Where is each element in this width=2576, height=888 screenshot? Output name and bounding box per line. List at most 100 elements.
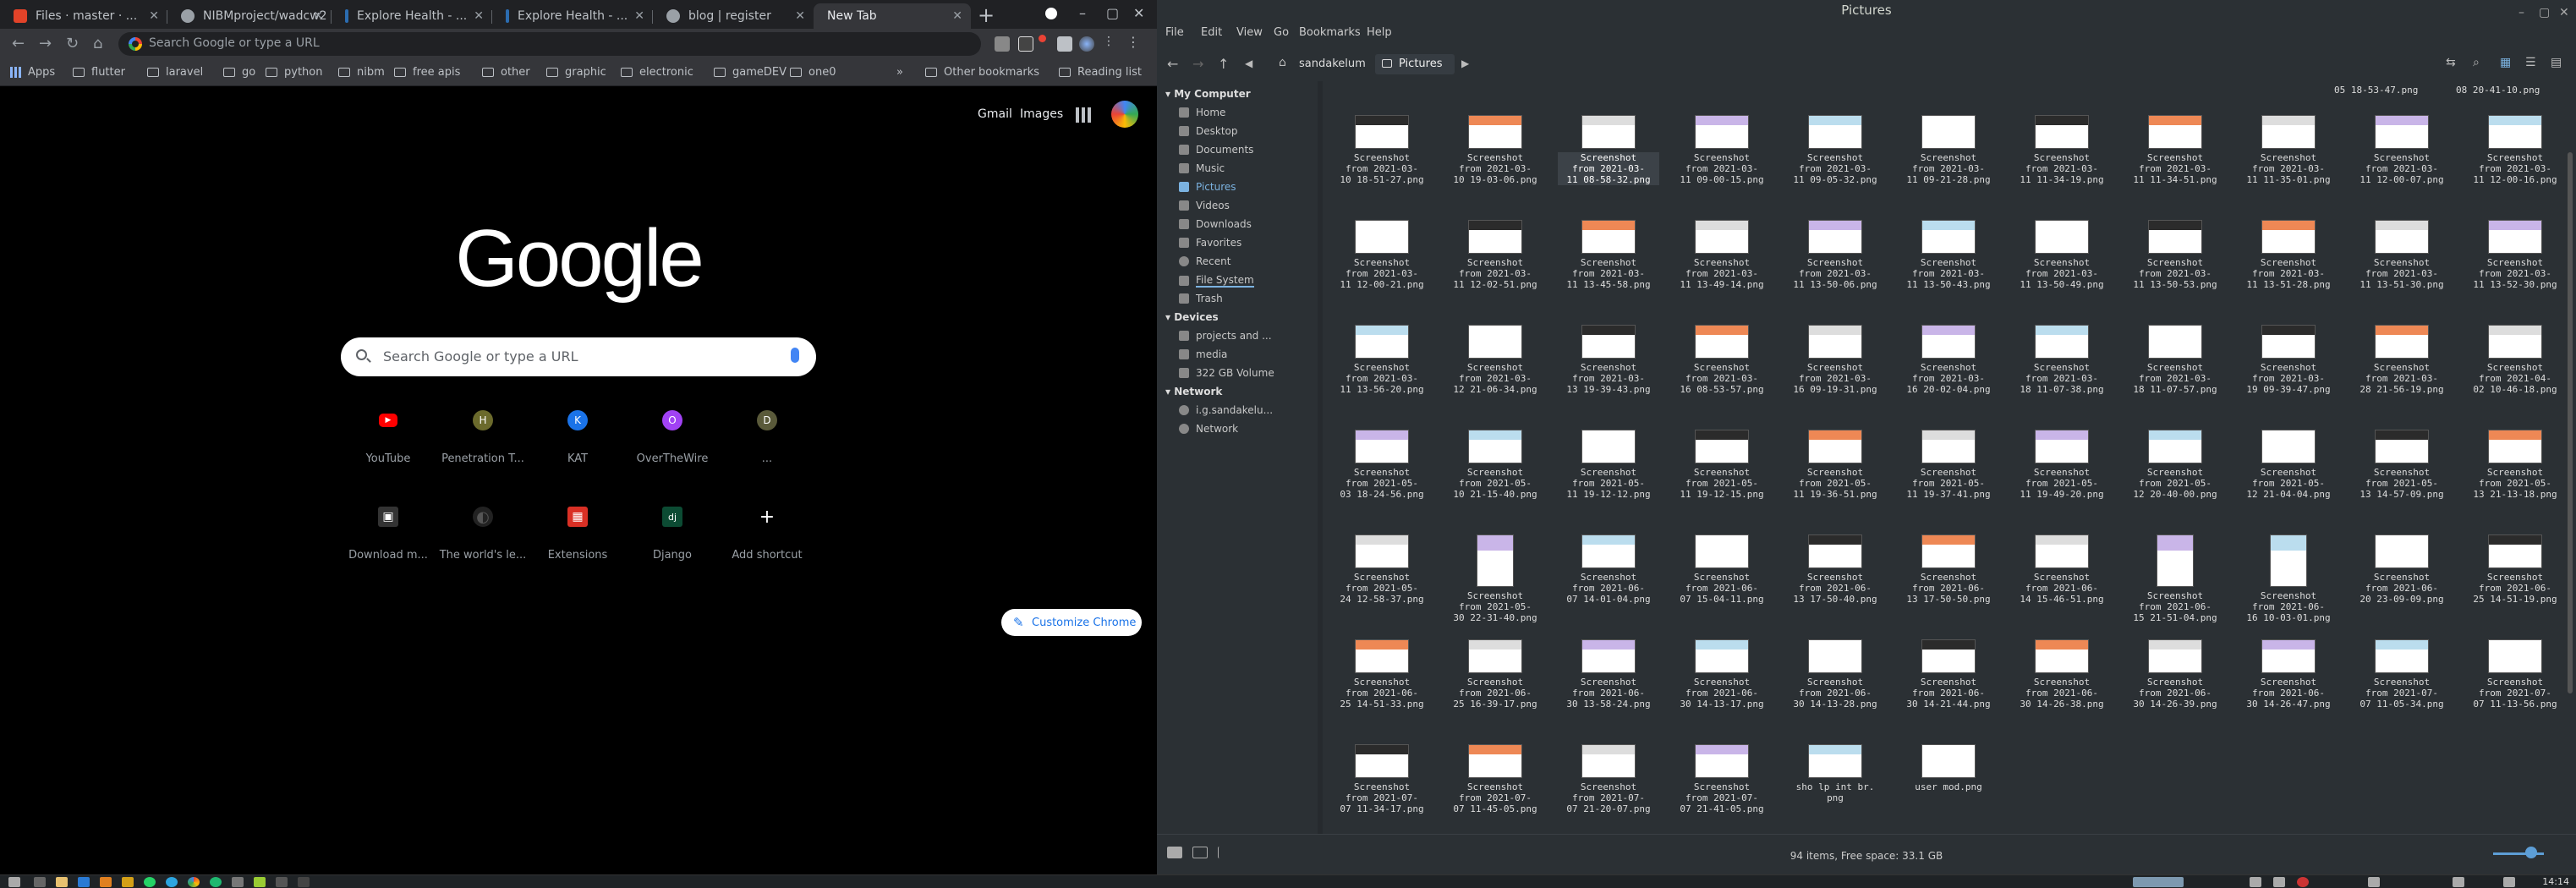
account-avatar[interactable]	[1111, 101, 1138, 128]
breadcrumb-pictures[interactable]: Pictures	[1375, 54, 1455, 74]
file-item[interactable]: Screenshot from 2021-06- 30 13-58-24.png	[1558, 639, 1659, 710]
file-item[interactable]: Screenshot from 2021-06- 13 17-50-50.png	[1898, 534, 1999, 605]
file-item[interactable]: Screenshot from 2021-03- 10 18-51-27.png	[1331, 115, 1433, 185]
file-item[interactable]: Screenshot from 2021-07- 07 11-45-05.png	[1444, 744, 1546, 814]
forward-icon[interactable]: →	[1192, 56, 1203, 72]
file-item[interactable]: sho lp int br. png	[1784, 744, 1886, 803]
file-item[interactable]: Screenshot from 2021-05- 11 19-37-41.png	[1898, 430, 1999, 500]
bookmark-go[interactable]: go	[223, 66, 255, 79]
file-item[interactable]: Screenshot from 2021-03- 11 13-50-06.png	[1784, 220, 1886, 290]
tray-icon[interactable]	[2297, 877, 2309, 887]
file-item[interactable]: Screenshot from 2021-03- 11 13-51-30.png	[2351, 220, 2453, 290]
images-link[interactable]: Images	[1020, 107, 1063, 121]
file-item[interactable]: Screenshot from 2021-03- 11 12-02-51.png	[1444, 220, 1546, 290]
file-item[interactable]: Screenshot from 2021-05- 30 22-31-40.png	[1444, 534, 1546, 623]
home-icon[interactable]: ⌂	[93, 36, 102, 52]
bookmark-free-apis[interactable]: free apis	[394, 66, 460, 79]
customize-chrome-button[interactable]: Customize Chrome	[1001, 609, 1142, 636]
back-icon[interactable]: ←	[1167, 56, 1178, 72]
shortcut-download[interactable]: ▣ Download m...	[341, 496, 436, 562]
device-media[interactable]: media	[1179, 348, 1227, 360]
tray-icon[interactable]	[2273, 877, 2285, 887]
file-item[interactable]: Screenshot from 2021-05- 11 19-36-51.png	[1784, 430, 1886, 500]
close-icon[interactable]: ✕	[474, 9, 484, 23]
file-item[interactable]: Screenshot from 2021-03- 11 12-00-16.png	[2464, 115, 2566, 185]
device-projects[interactable]: projects and ...	[1179, 330, 1272, 342]
home-icon[interactable]: ⌂	[1279, 56, 1286, 69]
bookmark-apps[interactable]: Apps	[10, 66, 55, 79]
file-item[interactable]: Screenshot from 2021-06- 30 14-26-39.png	[2124, 639, 2226, 710]
vscode-icon[interactable]	[78, 877, 90, 887]
gmail-link[interactable]: Gmail	[978, 107, 1012, 121]
bookmark-other[interactable]: other	[482, 66, 530, 79]
file-item[interactable]: Screenshot from 2021-03- 11 09-21-28.png	[1898, 115, 1999, 185]
minimize-button[interactable]: –	[2518, 3, 2524, 23]
menu-icon[interactable]	[8, 877, 20, 887]
camera-extension-icon[interactable]	[995, 36, 1010, 52]
telegram-icon[interactable]	[166, 877, 178, 887]
tab-new-tab[interactable]: New Tab ✕	[814, 3, 971, 29]
compact-view-icon[interactable]: ▤	[2551, 56, 2562, 69]
icon-view-icon[interactable]: ▦	[2500, 56, 2511, 69]
shortcut-github[interactable]: ◐ The world's le...	[436, 496, 530, 562]
app-icon[interactable]	[232, 877, 244, 887]
bookmark-graphic[interactable]: graphic	[546, 66, 606, 79]
reload-icon[interactable]: ↻	[66, 36, 79, 52]
list-view-icon[interactable]: ☰	[2525, 56, 2536, 69]
chrome-menu-icon[interactable]: ⋮	[1103, 35, 1118, 50]
apps-grid-icon[interactable]	[1076, 107, 1091, 123]
shortcut-overthewire[interactable]: O OverTheWire	[625, 400, 720, 465]
puzzle-icon[interactable]	[1057, 36, 1072, 52]
file-item[interactable]: Screenshot from 2021-03- 11 09-05-32.png	[1784, 115, 1886, 185]
network-host[interactable]: i.g.sandakelu...	[1179, 404, 1273, 416]
tray-icon[interactable]	[2250, 877, 2261, 887]
file-item[interactable]: Screenshot from 2021-06- 07 14-01-04.png	[1558, 534, 1659, 605]
app-icon[interactable]	[298, 877, 310, 887]
sidebar-item-trash[interactable]: Trash	[1179, 293, 1223, 304]
close-icon[interactable]: ✕	[313, 9, 323, 23]
record-icon[interactable]	[1045, 8, 1057, 19]
file-item[interactable]: Screenshot from 2021-07- 07 11-34-17.png	[1331, 744, 1433, 814]
close-icon[interactable]: ✕	[149, 9, 159, 23]
close-window-button[interactable]: ✕	[1133, 5, 1144, 21]
file-item[interactable]: Screenshot from 2021-03- 18 11-07-38.png	[2011, 325, 2113, 395]
chevron-right-icon[interactable]: ▶	[1461, 58, 1469, 69]
search-icon[interactable]: ⌕	[2473, 56, 2480, 69]
file-item[interactable]: Screenshot from 2021-03- 11 12-00-21.png	[1331, 220, 1433, 290]
menu-bookmarks[interactable]: Bookmarks	[1299, 26, 1361, 39]
back-icon[interactable]: ←	[12, 36, 25, 52]
file-item[interactable]: Screenshot from 2021-03- 11 13-56-20.png	[1331, 325, 1433, 395]
sidebar-item-videos[interactable]: Videos	[1179, 200, 1230, 211]
star-icon[interactable]	[2453, 877, 2464, 887]
up-icon[interactable]: ↑	[1218, 56, 1229, 72]
network-item[interactable]: Network	[1179, 423, 1238, 435]
app-icon[interactable]	[276, 877, 288, 887]
app-icon[interactable]	[254, 877, 266, 887]
shortcut-d[interactable]: D...	[720, 400, 814, 465]
sidebar-item-music[interactable]: Music	[1179, 162, 1225, 174]
file-item[interactable]: Screenshot from 2021-06- 30 14-26-38.png	[2011, 639, 2113, 710]
file-item[interactable]: Screenshot from 2021-03- 13 19-39-43.png	[1558, 325, 1659, 395]
tab-nibm-project[interactable]: NIBMproject/wadcw2 ✕	[167, 3, 332, 29]
bookmark-one0[interactable]: one0	[790, 66, 836, 79]
forward-icon[interactable]: →	[39, 36, 52, 52]
section-my-computer[interactable]: ▾ My Computer	[1165, 88, 1251, 100]
shortcut-youtube[interactable]: ▶ YouTube	[341, 400, 436, 465]
file-item[interactable]: Screenshot from 2021-06- 13 17-50-40.png	[1784, 534, 1886, 605]
toggle-location-icon[interactable]: ◀	[1245, 58, 1252, 69]
file-item[interactable]: Screenshot from 2021-03- 11 11-34-19.png	[2011, 115, 2113, 185]
file-item[interactable]: Screenshot from 2021-07- 07 21-41-05.png	[1671, 744, 1773, 814]
menu-edit[interactable]: Edit	[1201, 26, 1222, 39]
device-volume[interactable]: 322 GB Volume	[1179, 367, 1274, 379]
file-item[interactable]: user mod.png	[1898, 744, 1999, 792]
microphone-icon[interactable]	[791, 348, 799, 363]
close-icon[interactable]: ✕	[795, 9, 805, 23]
sidebar-divider[interactable]	[1318, 81, 1323, 834]
volume-icon[interactable]	[2368, 877, 2380, 887]
shortcut-django[interactable]: dj Django	[625, 496, 720, 562]
file-item[interactable]: Screenshot from 2021-05- 11 19-49-20.png	[2011, 430, 2113, 500]
partial-filename[interactable]: 05 18-53-47.png	[2334, 85, 2418, 96]
sidebar-item-downloads[interactable]: Downloads	[1179, 218, 1252, 230]
file-item[interactable]: Screenshot from 2021-03- 19 09-39-47.png	[2238, 325, 2339, 395]
file-item[interactable]: Screenshot from 2021-05- 12 21-04-04.png	[2238, 430, 2339, 500]
